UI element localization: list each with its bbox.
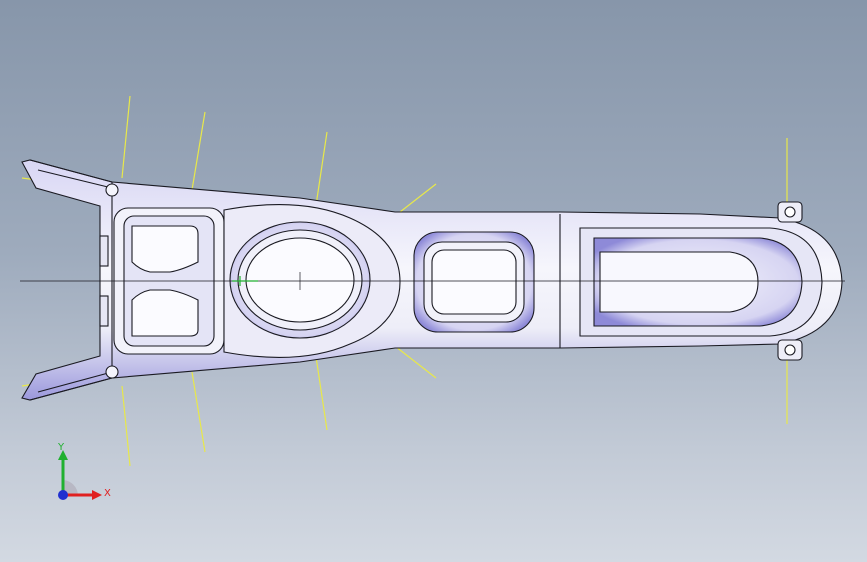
z-axis-dot <box>58 490 68 500</box>
console-part-model[interactable] <box>0 0 867 562</box>
x-axis-label: X <box>104 488 111 499</box>
y-axis-label: Y <box>58 442 65 453</box>
x-axis-head <box>92 490 102 500</box>
coordinate-triad: Y X <box>48 440 118 510</box>
console-body <box>21 159 843 401</box>
graphics-viewport[interactable]: Y X <box>0 0 867 562</box>
